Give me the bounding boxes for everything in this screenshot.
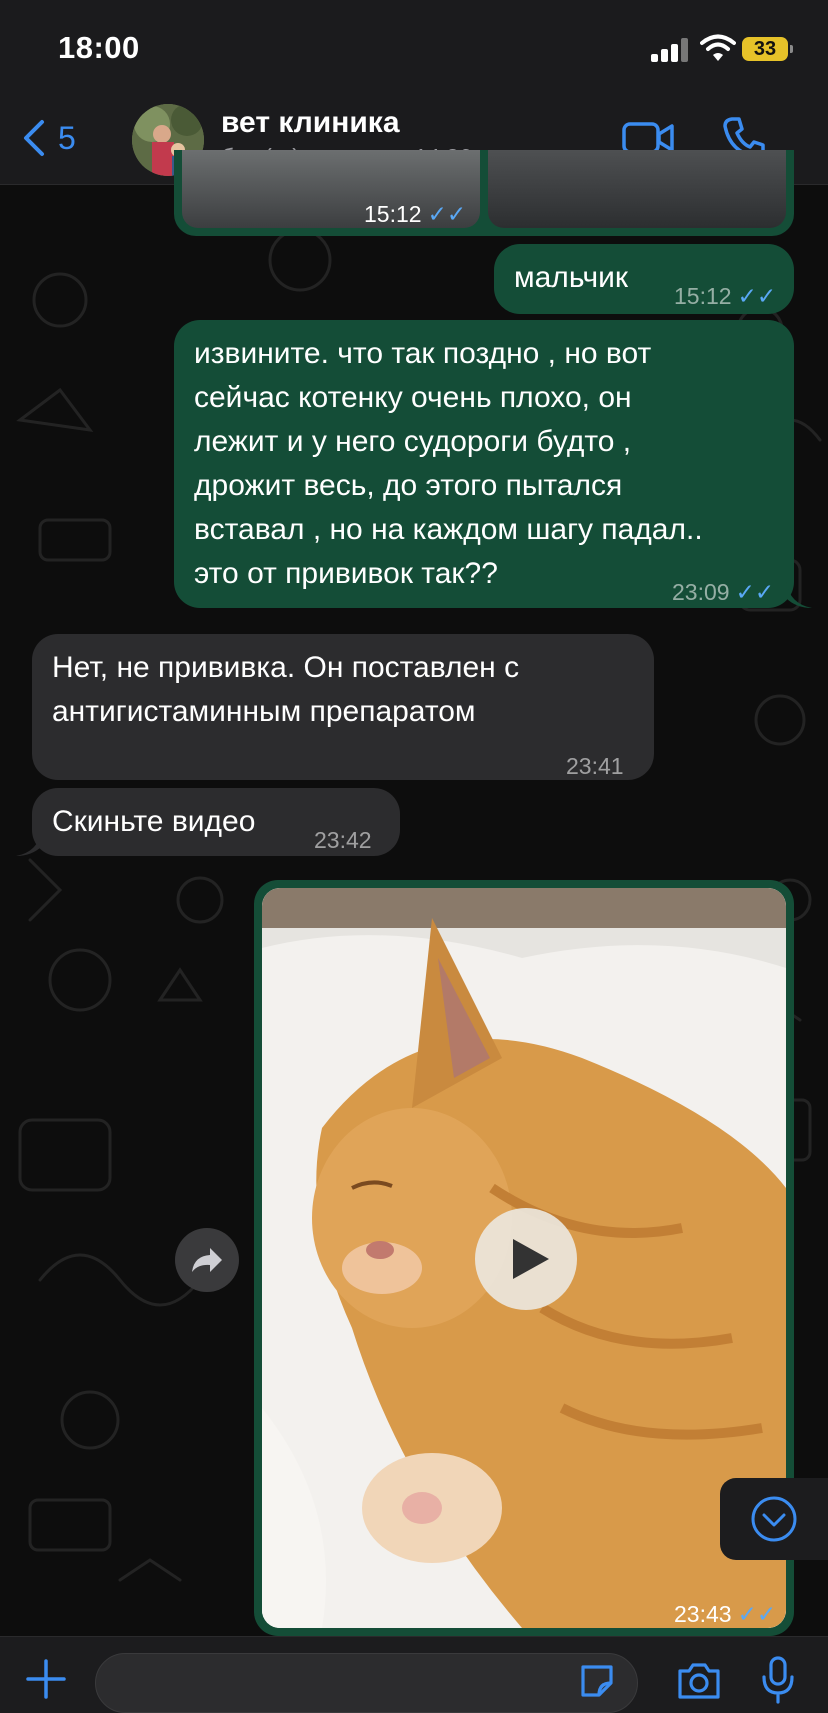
message-text: Скиньте видео [52,805,256,838]
forward-icon [192,1248,222,1272]
battery-icon: 33 [742,37,793,61]
message-line: извините. что так поздно , но вот [194,337,652,370]
message-media-1[interactable]: 15:12 ✓✓ [174,150,794,236]
camera-icon[interactable] [676,1661,722,1701]
scroll-to-bottom-button[interactable] [720,1478,828,1560]
signal-icon [651,38,693,62]
message-meta: 23:41 [566,744,624,788]
message-time: 23:42 [314,827,372,853]
read-checks-icon: ✓✓ [737,1601,777,1627]
message-time: 23:41 [566,753,624,779]
bubble-tail [786,582,812,608]
play-button-icon[interactable] [475,1208,577,1310]
message-meta: 15:12 ✓✓ [364,192,466,236]
sticker-icon[interactable] [577,1661,617,1701]
message-composer [0,1636,828,1713]
message-meta: 15:12 ✓✓ [674,274,776,318]
message-outgoing[interactable]: извините. что так поздно , но вот сейчас… [174,320,794,608]
message-time: 15:12 [364,201,422,227]
message-input[interactable] [95,1653,638,1713]
message-incoming[interactable]: Скиньте видео 23:42 [32,788,400,856]
message-time: 15:12 [674,283,732,309]
message-line: дрожит весь, до этого пытался [194,469,623,502]
wifi-icon [700,34,736,61]
message-meta: 23:09 ✓✓ [672,570,774,614]
message-line: лежит и у него судороги будто , [194,425,632,458]
read-checks-icon: ✓✓ [735,579,775,605]
microphone-icon[interactable] [760,1655,796,1705]
message-line: Нет, не прививка. Он поставлен с [52,651,520,684]
plus-icon[interactable] [26,1659,66,1699]
status-time: 18:00 [58,30,140,65]
chevron-left-icon [24,120,44,156]
message-incoming[interactable]: Нет, не прививка. Он поставлен с антигис… [32,634,654,780]
chevron-down-circle-icon [751,1496,797,1542]
message-text: извините. что так поздно , но вот сейчас… [194,332,703,596]
message-line: это от прививок так?? [194,557,498,590]
message-meta: 23:43 ✓✓ [674,1592,776,1636]
message-line: антигистаминным препаратом [52,695,476,728]
message-text: Нет, не прививка. Он поставлен с антигис… [52,646,519,734]
unread-count: 5 [58,119,76,156]
message-line: вставал , но на каждом шагу падал.. [194,513,703,546]
message-meta: 23:42 [314,818,372,862]
bubble-tail [16,830,42,856]
read-checks-icon: ✓✓ [737,283,777,309]
message-line: сейчас котенку очень плохо, он [194,381,632,414]
back-button[interactable]: 5 [22,114,76,162]
message-outgoing[interactable]: мальчик 15:12 ✓✓ [494,244,794,314]
message-text: мальчик [514,261,628,294]
status-bar: 18:00 33 [0,0,828,96]
media-thumbnail[interactable] [488,150,786,228]
forward-button[interactable] [175,1228,239,1292]
message-time: 23:43 [674,1601,732,1627]
message-time: 23:09 [672,579,730,605]
contact-name[interactable]: вет клиника [221,106,400,140]
read-checks-icon: ✓✓ [427,201,467,227]
